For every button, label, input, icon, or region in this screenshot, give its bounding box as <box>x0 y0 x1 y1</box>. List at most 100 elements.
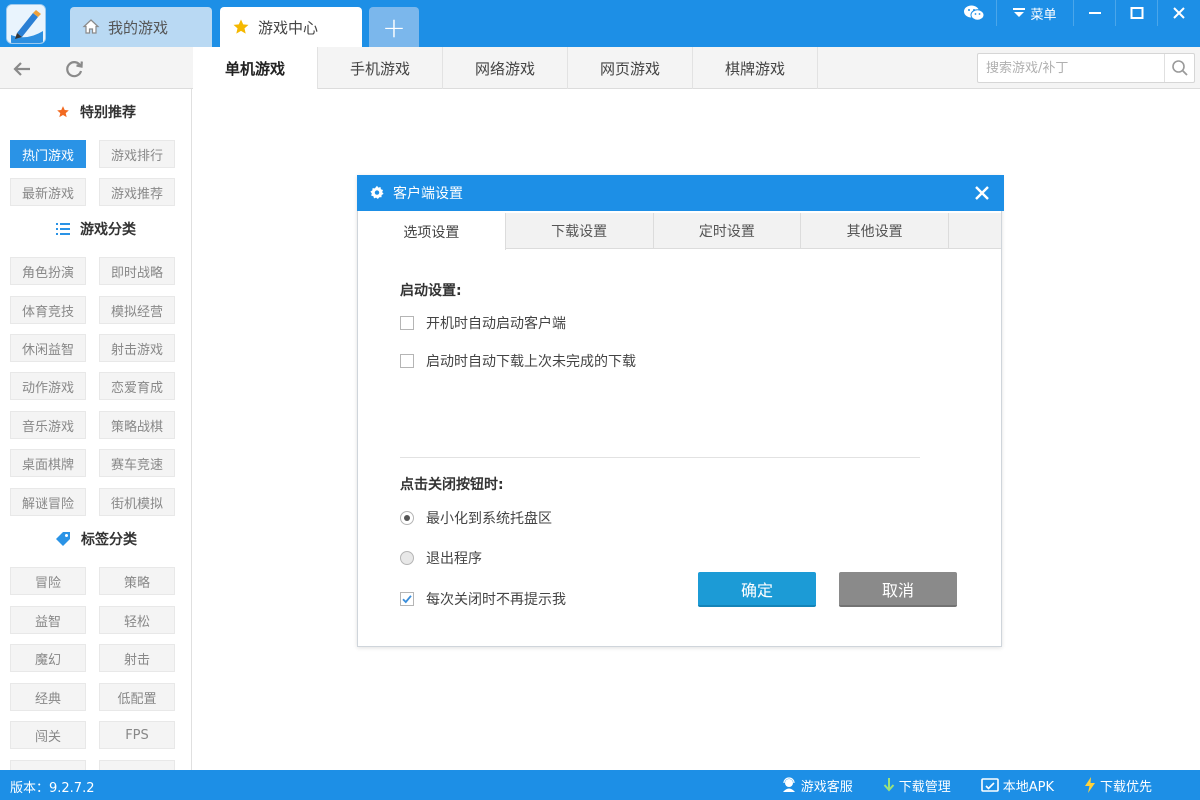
sidebar-item-strategy[interactable]: 策略战棋 <box>99 411 175 439</box>
sidebar-tag-shooting[interactable]: 射击 <box>99 644 175 672</box>
sidebar-tag-strategy[interactable]: 策略 <box>99 567 175 595</box>
tab-board-card-games[interactable]: 棋牌游戏 <box>693 47 818 89</box>
minimize-to-tray-label: 最小化到系统托盘区 <box>426 511 552 527</box>
search-input[interactable] <box>978 54 1164 82</box>
app-logo <box>6 4 46 44</box>
tab-single-player[interactable]: 单机游戏 <box>193 47 318 90</box>
autostart-checkbox[interactable] <box>400 316 414 330</box>
sidebar-item-romance[interactable]: 恋爱育成 <box>99 372 175 400</box>
search-button[interactable] <box>1164 54 1194 82</box>
sidebar-tag-classic[interactable]: 经典 <box>10 683 86 711</box>
minimize-button[interactable] <box>1074 0 1116 26</box>
status-bar: 版本：9.2.7.2 游戏客服 下载管理 本地APK 下载优先 <box>0 770 1200 800</box>
local-apk-link[interactable]: 本地APK <box>980 776 1054 795</box>
sidebar-item-rts[interactable]: 即时战略 <box>99 257 175 285</box>
sidebar-item-hot-games[interactable]: 热门游戏 <box>10 140 86 168</box>
dialog-title: 客户端设置 <box>393 186 463 202</box>
confirm-button[interactable]: 确定 <box>698 572 816 607</box>
home-icon <box>82 18 100 36</box>
menu-label: 菜单 <box>1030 7 1057 23</box>
close-window-button[interactable] <box>1158 0 1200 26</box>
cancel-button[interactable]: 取消 <box>839 572 957 607</box>
close-action-section-title: 点击关闭按钮时: <box>400 477 504 493</box>
tab-option-settings[interactable]: 选项设置 <box>358 213 506 250</box>
apk-icon <box>980 777 999 793</box>
tag-icon <box>55 531 71 547</box>
sidebar-item-simulation[interactable]: 模拟经营 <box>99 296 175 324</box>
sidebar-tag-fps[interactable]: FPS <box>99 721 175 749</box>
autostart-option[interactable]: 开机时自动启动客户端 <box>400 313 566 333</box>
sidebar-item-arcade[interactable]: 街机模拟 <box>99 488 175 516</box>
dialog-close-button[interactable] <box>972 183 992 203</box>
dropdown-triangle-icon <box>1013 8 1026 18</box>
minimize-to-tray-option[interactable]: 最小化到系统托盘区 <box>400 508 552 528</box>
tab-my-games-label: 我的游戏 <box>108 18 169 37</box>
tab-download-settings[interactable]: 下载设置 <box>506 213 654 249</box>
customer-service-icon <box>781 777 797 793</box>
star-icon <box>56 105 70 119</box>
exit-program-option[interactable]: 退出程序 <box>400 548 482 568</box>
sidebar-item-game-picks[interactable]: 游戏推荐 <box>99 178 175 206</box>
sidebar-tag-puzzle[interactable]: 益智 <box>10 606 86 634</box>
sidebar-item-racing[interactable]: 赛车竞速 <box>99 449 175 477</box>
sidebar-tag-relaxing[interactable]: 轻松 <box>99 606 175 634</box>
minimize-to-tray-radio[interactable] <box>400 511 414 525</box>
sidebar-item-shooter[interactable]: 射击游戏 <box>99 334 175 362</box>
sidebar-item-rpg[interactable]: 角色扮演 <box>10 257 86 285</box>
sidebar-item-action[interactable]: 动作游戏 <box>10 372 86 400</box>
minimize-icon <box>1088 6 1102 20</box>
sidebar-item-sports[interactable]: 体育竞技 <box>10 296 86 324</box>
exit-program-radio[interactable] <box>400 551 414 565</box>
sidebar-tag-low-spec[interactable]: 低配置 <box>99 683 175 711</box>
resume-download-label: 启动时自动下载上次未完成的下载 <box>426 354 636 370</box>
close-icon <box>1172 6 1186 20</box>
sidebar-item-latest-games[interactable]: 最新游戏 <box>10 178 86 206</box>
sidebar-item-board-card[interactable]: 桌面棋牌 <box>10 449 86 477</box>
exit-program-label: 退出程序 <box>426 551 482 567</box>
sidebar-item-casual-puzzle[interactable]: 休闲益智 <box>10 334 86 362</box>
sidebar-item-game-ranking[interactable]: 游戏排行 <box>99 140 175 168</box>
sidebar-item-adventure[interactable]: 解谜冒险 <box>10 488 86 516</box>
sidebar-item-music[interactable]: 音乐游戏 <box>10 411 86 439</box>
sidebar-tag-partial[interactable] <box>10 760 86 770</box>
autostart-label: 开机时自动启动客户端 <box>426 316 566 332</box>
tab-online-games[interactable]: 网络游戏 <box>443 47 568 89</box>
no-prompt-option[interactable]: 每次关闭时不再提示我 <box>400 589 566 609</box>
resume-download-checkbox[interactable] <box>400 354 414 368</box>
radio-selected-dot <box>404 515 410 521</box>
close-icon <box>972 186 992 207</box>
menu-button[interactable]: 菜单 <box>996 0 1074 26</box>
search-box <box>977 53 1195 83</box>
sidebar-tag-partial[interactable] <box>99 760 175 770</box>
plus-icon: + <box>382 10 406 44</box>
star-icon <box>232 18 250 36</box>
sidebar-tag-adventure[interactable]: 冒险 <box>10 567 86 595</box>
refresh-button[interactable] <box>62 57 86 81</box>
no-prompt-checkbox[interactable] <box>400 592 414 606</box>
title-bar: 我的游戏 游戏中心 + 菜单 <box>0 0 1200 47</box>
client-settings-dialog: 客户端设置 选项设置 下载设置 定时设置 其他设置 启动设置: 开机时自动启动客… <box>357 175 1004 647</box>
startup-section-title: 启动设置: <box>400 283 462 299</box>
dialog-header: 客户端设置 <box>357 175 1004 211</box>
download-priority-link[interactable]: 下载优先 <box>1084 776 1152 795</box>
resume-download-option[interactable]: 启动时自动下载上次未完成的下载 <box>400 351 636 371</box>
checkmark-icon <box>401 593 413 605</box>
tab-game-center[interactable]: 游戏中心 <box>220 7 362 47</box>
arrow-left-icon <box>10 62 34 85</box>
back-button[interactable] <box>10 57 34 81</box>
version-label: 版本：9.2.7.2 <box>10 781 95 796</box>
download-arrow-icon <box>883 777 895 793</box>
wechat-button[interactable] <box>952 0 996 26</box>
sidebar-tag-fantasy[interactable]: 魔幻 <box>10 644 86 672</box>
search-icon <box>1171 59 1189 77</box>
tab-mobile-games[interactable]: 手机游戏 <box>318 47 443 89</box>
maximize-button[interactable] <box>1116 0 1158 26</box>
tab-schedule-settings[interactable]: 定时设置 <box>654 213 802 249</box>
tab-other-settings[interactable]: 其他设置 <box>801 213 950 249</box>
tab-web-games[interactable]: 网页游戏 <box>568 47 693 89</box>
add-tab-button[interactable]: + <box>369 7 419 47</box>
sidebar-tag-level-based[interactable]: 闯关 <box>10 721 86 749</box>
download-manager-link[interactable]: 下载管理 <box>883 776 951 795</box>
tab-my-games[interactable]: 我的游戏 <box>70 7 212 47</box>
customer-service-link[interactable]: 游戏客服 <box>781 776 853 795</box>
